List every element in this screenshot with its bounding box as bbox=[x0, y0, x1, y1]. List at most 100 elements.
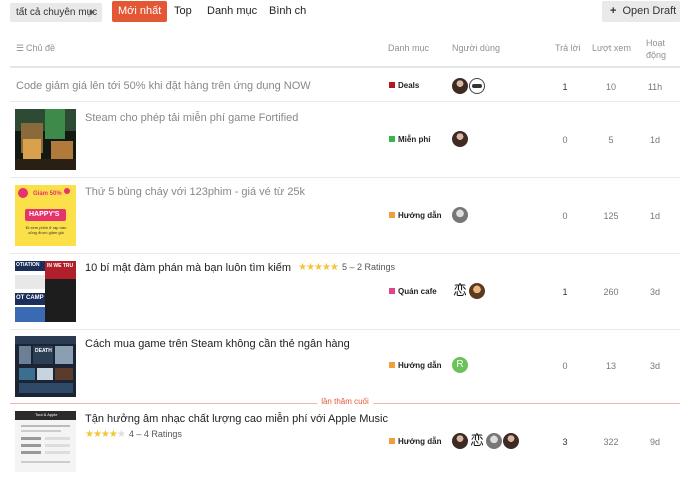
category-badge[interactable]: Hướng dẫn bbox=[389, 437, 441, 446]
thumbnail-image bbox=[15, 109, 76, 170]
category-badge-label: Deals bbox=[398, 81, 420, 90]
thumbnail-image bbox=[15, 261, 76, 322]
view-count: 10 bbox=[605, 82, 616, 92]
reply-count: 3 bbox=[562, 437, 568, 447]
poster-avatars bbox=[452, 131, 469, 147]
category-color-swatch bbox=[389, 362, 395, 368]
column-category[interactable]: Danh mục bbox=[388, 43, 429, 53]
activity-time[interactable]: 1d bbox=[635, 135, 675, 145]
avatar[interactable] bbox=[486, 433, 502, 449]
topic-title: 10 bí mật đàm phán mà bạn luôn tìm kiếm … bbox=[85, 262, 395, 274]
star-rating-icon: ★★★★★ bbox=[85, 429, 126, 440]
topic-title[interactable]: Steam cho phép tải miễn phí game Fortifi… bbox=[85, 112, 298, 124]
tab-categories[interactable]: Danh mục bbox=[207, 1, 257, 22]
avatar[interactable] bbox=[469, 78, 485, 94]
topic-title[interactable]: Thứ 5 bùng cháy với 123phim - giá vé từ … bbox=[85, 186, 305, 198]
reply-count: 0 bbox=[562, 361, 568, 371]
activity-time[interactable]: 3d bbox=[635, 361, 675, 371]
category-dropdown-label: tất cả chuyên mục bbox=[16, 7, 98, 18]
category-color-swatch bbox=[389, 438, 395, 444]
topic-rating: ★★★★★ 5 – 2 Ratings bbox=[298, 262, 395, 273]
thumbnail-image bbox=[15, 411, 76, 472]
topic-row: Code giảm giá lên tới 50% khi đặt hàng t… bbox=[10, 70, 680, 102]
category-badge[interactable]: Miễn phí bbox=[389, 135, 430, 144]
category-badge-label: Hướng dẫn bbox=[398, 437, 442, 446]
thumb-text-c: OT CAMP bbox=[16, 295, 44, 301]
last-visit-label: lần thăm cuối bbox=[317, 397, 373, 406]
last-visit-divider: lần thăm cuối bbox=[10, 397, 680, 406]
avatar[interactable] bbox=[452, 131, 468, 147]
poster-avatars bbox=[452, 78, 486, 94]
reply-count: 1 bbox=[562, 287, 568, 297]
category-badge-label: Quán cafe bbox=[398, 287, 437, 296]
column-views[interactable]: Lượt xem bbox=[592, 43, 631, 53]
activity-time[interactable]: 1d bbox=[635, 211, 675, 221]
avatar[interactable]: 恋 bbox=[469, 433, 485, 449]
thumb-sub-text: Đi xem phim ở rạp nào cũng được giảm giá bbox=[25, 225, 67, 235]
topic-thumbnail[interactable]: Giảm 50% HAPPY'S Đi xem phim ở rạp nào c… bbox=[15, 185, 76, 246]
open-draft-button[interactable]: + Open Draft bbox=[602, 1, 680, 22]
reply-count: 0 bbox=[562, 211, 568, 221]
topic-title[interactable]: Code giảm giá lên tới 50% khi đặt hàng t… bbox=[16, 80, 311, 92]
column-replies[interactable]: Trả lời bbox=[555, 43, 581, 53]
tab-polls[interactable]: Bình ch bbox=[269, 1, 306, 22]
topic-row: OTIATION IN WE TRU OT CAMP 10 bí mật đàm… bbox=[10, 254, 680, 330]
topic-title-link[interactable]: 10 bí mật đàm phán mà bạn luôn tìm kiếm bbox=[85, 262, 291, 274]
topic-thumbnail[interactable] bbox=[15, 109, 76, 170]
tab-top[interactable]: Top bbox=[174, 1, 192, 22]
category-badge[interactable]: Hướng dẫn bbox=[389, 211, 441, 220]
rating-text: 5 – 2 Ratings bbox=[341, 262, 395, 272]
avatar[interactable] bbox=[452, 78, 468, 94]
category-color-swatch bbox=[389, 136, 395, 142]
list-icon: ☰ bbox=[16, 43, 25, 53]
thumbnail-image bbox=[15, 336, 76, 397]
topic-row: Giảm 50% HAPPY'S Đi xem phim ở rạp nào c… bbox=[10, 178, 680, 254]
category-color-swatch bbox=[389, 212, 395, 218]
topic-title[interactable]: Cách mua game trên Steam không cần thẻ n… bbox=[85, 338, 350, 350]
category-badge-label: Hướng dẫn bbox=[398, 361, 442, 370]
activity-time[interactable]: 9d bbox=[635, 437, 675, 447]
reply-count: 0 bbox=[562, 135, 568, 145]
avatar[interactable] bbox=[469, 283, 485, 299]
star-rating-icon: ★★★★★ bbox=[298, 262, 339, 273]
column-users: Người dùng bbox=[452, 43, 500, 53]
poster-avatars: R bbox=[452, 357, 469, 373]
avatar[interactable] bbox=[452, 433, 468, 449]
thumb-top-text: Giảm 50% bbox=[33, 191, 62, 197]
topic-row: Tout & Apple Tận hưởng âm nhạc chất lượn… bbox=[10, 406, 680, 479]
column-activity[interactable]: Hoạt động bbox=[646, 37, 674, 61]
view-count: 322 bbox=[603, 437, 619, 447]
topic-row: DEATH Cách mua game trên Steam không cần… bbox=[10, 330, 680, 403]
avatar[interactable]: 恋 bbox=[452, 283, 468, 299]
top-navigation: tất cả chuyên mục ▶ Mới nhất Top Danh mụ… bbox=[0, 0, 690, 26]
view-count: 260 bbox=[603, 287, 619, 297]
avatar[interactable]: R bbox=[452, 357, 468, 373]
category-color-swatch bbox=[389, 288, 395, 294]
column-topic-label: Chủ đề bbox=[26, 43, 56, 53]
activity-time[interactable]: 11h bbox=[635, 82, 675, 92]
category-badge[interactable]: Quán cafe bbox=[389, 287, 437, 296]
category-badge-label: Hướng dẫn bbox=[398, 211, 442, 220]
avatar[interactable] bbox=[452, 207, 468, 223]
category-dropdown[interactable]: tất cả chuyên mục ▶ bbox=[10, 3, 102, 22]
open-draft-label: Open Draft bbox=[622, 5, 677, 17]
poster-avatars: 恋 bbox=[452, 283, 486, 299]
thumb-text-a: Tout & Apple bbox=[35, 412, 58, 417]
thumb-main-text: HAPPY'S bbox=[29, 211, 60, 218]
topic-thumbnail[interactable]: Tout & Apple bbox=[15, 411, 76, 472]
topic-title[interactable]: Tận hưởng âm nhạc chất lượng cao miễn ph… bbox=[85, 413, 388, 425]
topic-thumbnail[interactable]: OTIATION IN WE TRU OT CAMP bbox=[15, 261, 76, 322]
column-topic[interactable]: ☰ Chủ đề bbox=[16, 43, 55, 54]
activity-time[interactable]: 3d bbox=[635, 287, 675, 297]
avatar[interactable] bbox=[503, 433, 519, 449]
topic-row: Steam cho phép tải miễn phí game Fortifi… bbox=[10, 102, 680, 178]
poster-avatars: 恋 bbox=[452, 433, 520, 449]
topic-thumbnail[interactable]: DEATH bbox=[15, 336, 76, 397]
view-count: 13 bbox=[605, 361, 616, 371]
rating-text: 4 – 4 Ratings bbox=[128, 429, 182, 439]
caret-right-icon: ▶ bbox=[89, 9, 95, 16]
thumb-text-b: IN WE TRU bbox=[47, 263, 74, 269]
category-badge[interactable]: Hướng dẫn bbox=[389, 361, 441, 370]
tab-latest[interactable]: Mới nhất bbox=[112, 1, 168, 22]
category-badge[interactable]: Deals bbox=[389, 81, 419, 90]
